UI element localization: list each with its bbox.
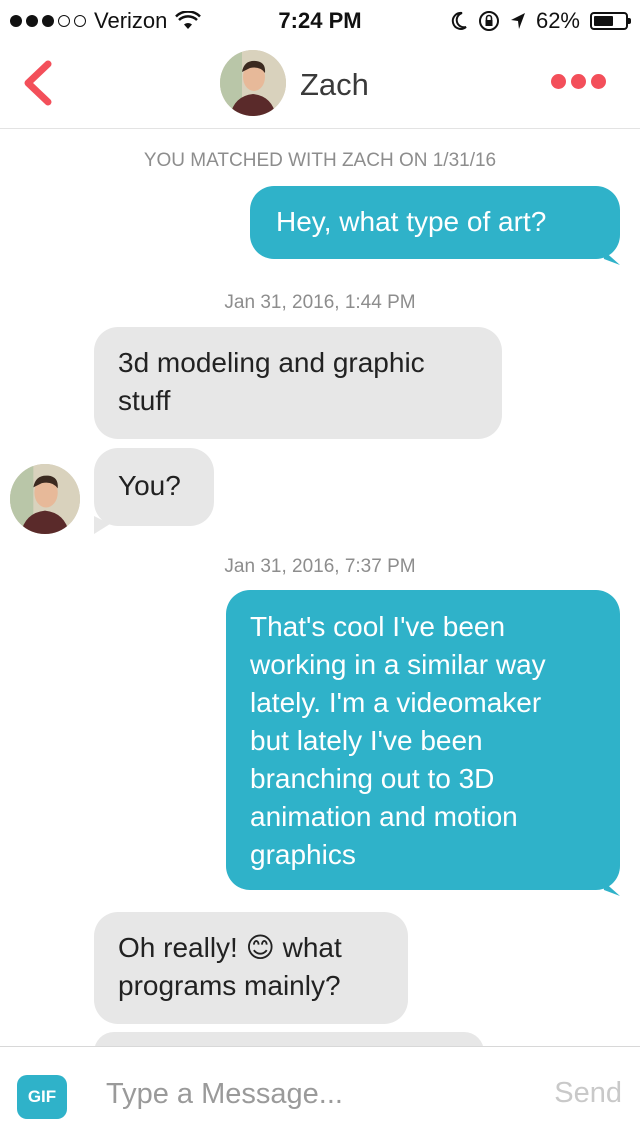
message-bubble-sent[interactable]: That's cool I've been working in a simil… xyxy=(226,590,620,890)
contact-avatar[interactable] xyxy=(220,50,286,116)
smiling-face-emoji: 😊 xyxy=(245,931,275,964)
sender-avatar[interactable] xyxy=(10,464,80,534)
message-line: branching out to 3D xyxy=(250,763,495,794)
message-line: graphics xyxy=(250,839,356,870)
message-bubble-received[interactable]: You? xyxy=(94,448,214,526)
battery-icon xyxy=(590,12,631,30)
message-line: animation and motion xyxy=(250,801,518,832)
status-bar: Verizon 7:24 PM 62% xyxy=(0,0,640,40)
message-timestamp: Jan 31, 2016, 1:44 PM xyxy=(224,292,416,313)
message-line: stuff xyxy=(118,385,171,416)
message-input[interactable] xyxy=(106,1069,526,1119)
message-line: Oh really! 😊 what xyxy=(118,931,342,964)
bubble-tail xyxy=(94,516,110,534)
back-chevron-icon[interactable] xyxy=(18,58,58,108)
moon-icon xyxy=(451,11,467,30)
gif-button[interactable]: GIF xyxy=(17,1075,67,1119)
message-text: Hey, what type of art? xyxy=(276,206,547,237)
message-bubble-received[interactable]: 3d modeling and graphic stuff xyxy=(94,327,502,439)
message-line: programs mainly? xyxy=(118,970,341,1001)
message-bubble-sent[interactable]: Hey, what type of art? xyxy=(250,186,620,259)
message-line: but lately I've been xyxy=(250,725,483,756)
location-arrow-icon xyxy=(510,13,525,29)
message-line: 3d modeling and graphic xyxy=(118,347,425,378)
message-composer: GIF Send xyxy=(0,1046,640,1137)
message-text: You? xyxy=(118,470,181,501)
battery-percent: 62% xyxy=(535,8,580,33)
match-notice: YOU MATCHED WITH ZACH ON 1/31/16 xyxy=(143,150,497,171)
message-timestamp: Jan 31, 2016, 7:37 PM xyxy=(224,556,416,577)
bubble-tail xyxy=(602,249,620,265)
message-line: lately. I'm a videomaker xyxy=(250,687,542,718)
battery-level xyxy=(594,16,613,26)
send-button[interactable]: Send xyxy=(554,1077,622,1110)
message-bubble-received[interactable]: Oh really! 😊 what programs mainly? xyxy=(94,912,408,1024)
contact-name[interactable]: Zach xyxy=(300,67,369,103)
message-line: That's cool I've been xyxy=(250,611,506,642)
rotation-lock-icon xyxy=(478,11,499,31)
message-line: working in a similar way xyxy=(250,649,546,680)
bubble-tail xyxy=(602,880,620,896)
more-options-icon[interactable] xyxy=(551,74,606,89)
chat-header: Zach xyxy=(0,40,640,129)
